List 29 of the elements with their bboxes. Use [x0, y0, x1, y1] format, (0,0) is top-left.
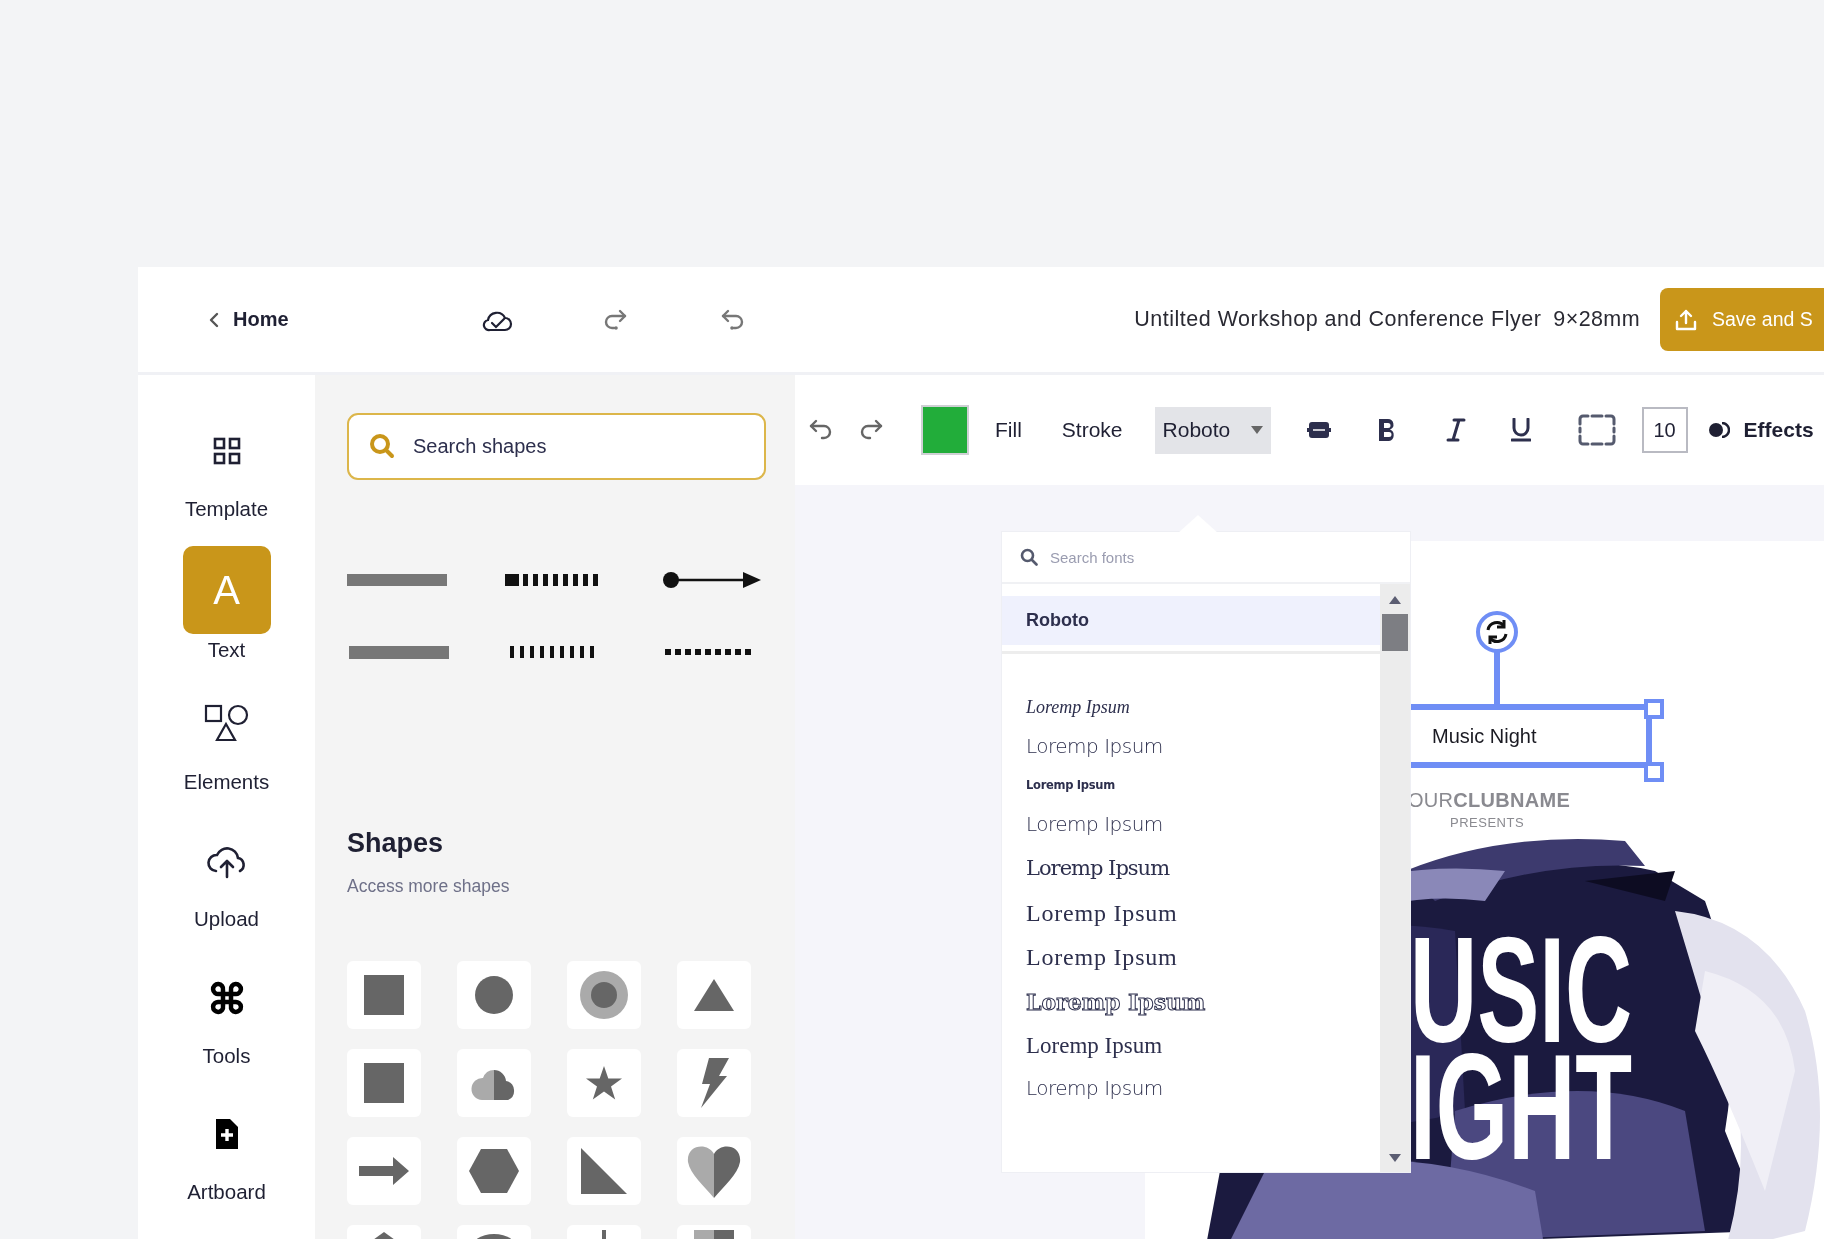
presents-text: PRESENTS	[1450, 815, 1525, 830]
font-option[interactable]: Loremp Ipsum	[1002, 1067, 1380, 1109]
section-subheading: Access more shapes	[347, 876, 511, 897]
font-size-field[interactable]: 10	[1641, 407, 1688, 453]
font-option[interactable]: Loremp Ipsum	[1002, 979, 1380, 1025]
font-option[interactable]: Loremp Ipsum	[1002, 725, 1380, 767]
search-field[interactable]: Search shapes	[347, 413, 766, 480]
font-option[interactable]: Loremp Ipsum	[1002, 803, 1380, 845]
font-dropdown[interactable]: Roboto	[1154, 406, 1271, 454]
stroke-button[interactable]: Stroke	[1061, 418, 1123, 442]
font-option[interactable]: Loremp Ipsum	[1002, 891, 1380, 935]
font-option[interactable]: Loremp Ipsum	[1002, 767, 1380, 803]
sidebar-item[interactable]: Tools	[182, 965, 271, 1103]
section-heading: Shapes	[347, 828, 445, 859]
fill-button[interactable]: Fill	[995, 418, 1022, 442]
effects-button[interactable]: Effects	[1707, 418, 1814, 442]
document-size: 9×28mm	[1553, 307, 1640, 332]
back-link[interactable]: Home	[209, 308, 289, 331]
font-option[interactable]: Roboto	[1002, 596, 1380, 651]
font-option[interactable]: Loremp Ipsum	[1002, 689, 1380, 725]
font-option[interactable]: Loremp Ipsum	[1002, 845, 1380, 891]
text-tool-icon: A	[213, 567, 240, 613]
sidebar-item[interactable]: Upload	[182, 829, 271, 966]
font-option[interactable]: Loremp Ipsum	[1002, 935, 1380, 979]
sidebar-item[interactable]: Template	[182, 419, 271, 547]
document-title: Untilted Workshop and Conference Flyer	[1134, 307, 1542, 332]
sidebar-item[interactable]: Artboard	[182, 1102, 271, 1239]
font-option[interactable]: Loremp Ipsum	[1002, 1025, 1380, 1067]
sidebar-item[interactable]: Elements	[182, 692, 271, 829]
